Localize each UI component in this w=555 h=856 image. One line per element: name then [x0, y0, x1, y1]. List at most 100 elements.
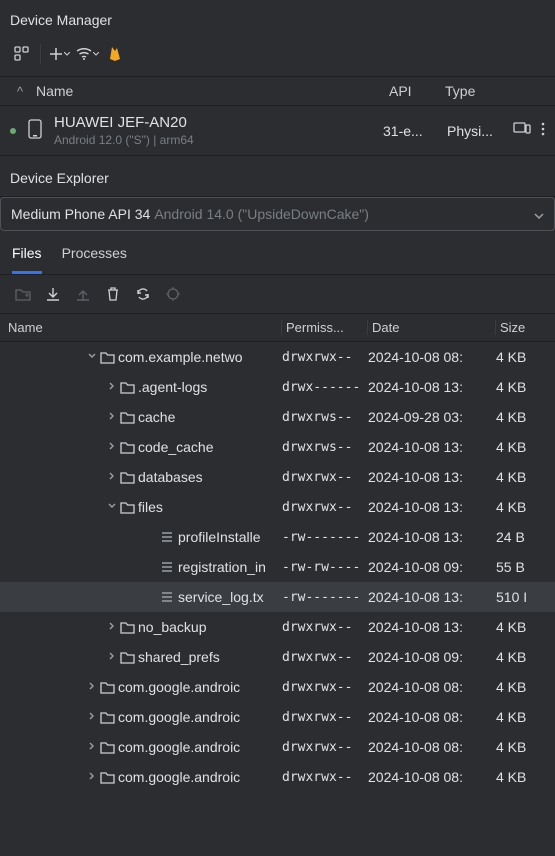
file-tree[interactable]: com.example.netwodrwxrwx--2024-10-08 08:…: [0, 342, 555, 792]
file-name: com.google.androic: [118, 769, 240, 785]
file-row[interactable]: com.google.androic drwxrwx--2024-10-08 08…: [0, 702, 555, 732]
file-row[interactable]: com.example.netwodrwxrwx--2024-10-08 08:…: [0, 342, 555, 372]
file-date: 2024-10-08 13:: [364, 379, 492, 395]
file-row[interactable]: .agent-logsdrwx------2024-10-08 13:4 KB: [0, 372, 555, 402]
file-row[interactable]: code_cachedrwxrws--2024-10-08 13:4 KB: [0, 432, 555, 462]
file-row[interactable]: no_backupdrwxrwx--2024-10-08 13:4 KB: [0, 612, 555, 642]
file-row[interactable]: cachedrwxrws--2024-09-28 03:4 KB: [0, 402, 555, 432]
col-permissions[interactable]: Permiss...: [282, 320, 368, 335]
device-name: HUAWEI JEF-AN20: [54, 114, 375, 131]
folder-icon: [120, 651, 138, 664]
file-size: 4 KB: [492, 349, 542, 365]
delete-icon[interactable]: [104, 285, 122, 303]
file-date: 2024-10-08 09:: [364, 649, 492, 665]
file-date: 2024-10-08 08:: [364, 769, 492, 785]
file-size: 55 B: [492, 559, 542, 575]
tab-processes[interactable]: Processes: [62, 245, 127, 274]
column-type[interactable]: Type: [445, 83, 545, 99]
file-icon: [160, 591, 178, 603]
folder-icon: [120, 381, 138, 394]
upload-icon[interactable]: [74, 285, 92, 303]
apps-icon[interactable]: [10, 42, 34, 66]
file-size: 4 KB: [492, 769, 542, 785]
file-permissions: drwxrwx--: [278, 620, 364, 635]
column-api[interactable]: API: [389, 83, 445, 99]
add-icon[interactable]: [47, 42, 71, 66]
file-permissions: drwxrwx--: [278, 500, 364, 515]
twisty-icon[interactable]: [104, 382, 120, 393]
file-name: cache: [138, 409, 175, 425]
file-permissions: drwx------: [278, 380, 364, 395]
file-row[interactable]: com.google.androicdrwxrwx--2024-10-08 08…: [0, 732, 555, 762]
file-row[interactable]: registration_in-rw-rw----2024-10-08 09:5…: [0, 552, 555, 582]
file-row[interactable]: profileInstalle-rw-------2024-10-08 13:2…: [0, 522, 555, 552]
file-row[interactable]: com.google.androicdrwxrwx--2024-10-08 08…: [0, 672, 555, 702]
file-name: com.google.androic: [118, 679, 240, 695]
twisty-icon[interactable]: [104, 472, 120, 483]
col-name[interactable]: Name: [4, 320, 282, 335]
file-permissions: -rw-rw----: [278, 560, 364, 575]
device-type: Physi...: [447, 123, 501, 139]
file-name: service_log.tx: [178, 589, 264, 605]
file-size: 4 KB: [492, 379, 542, 395]
file-date: 2024-10-08 08:: [364, 679, 492, 695]
file-name: shared_prefs: [138, 649, 220, 665]
file-permissions: drwxrwx--: [278, 650, 364, 665]
sort-indicator-icon[interactable]: ^: [10, 84, 30, 99]
file-row[interactable]: filesdrwxrwx--2024-10-08 13:4 KB: [0, 492, 555, 522]
file-name: no_backup: [138, 619, 207, 635]
firebase-icon[interactable]: [103, 42, 127, 66]
file-size: 4 KB: [492, 469, 542, 485]
separator: [40, 44, 41, 64]
mirror-icon[interactable]: [513, 122, 531, 139]
file-permissions: drwxrws--: [278, 440, 364, 455]
file-table-header: Name Permiss... Date Size: [0, 313, 555, 342]
file-row[interactable]: databasesdrwxrwx--2024-10-08 13:4 KB: [0, 462, 555, 492]
twisty-icon[interactable]: [84, 352, 100, 363]
download-icon[interactable]: [44, 285, 62, 303]
phone-icon: [28, 119, 46, 142]
file-size: 510 I: [492, 589, 542, 605]
file-name: code_cache: [138, 439, 214, 455]
file-row[interactable]: shared_prefs drwxrwx--2024-10-08 09:4 KB: [0, 642, 555, 672]
more-icon[interactable]: [541, 122, 545, 139]
twisty-icon[interactable]: [104, 442, 120, 453]
device-selector[interactable]: Medium Phone API 34 Android 14.0 ("Upsid…: [0, 197, 555, 231]
col-size[interactable]: Size: [496, 320, 546, 335]
device-row[interactable]: HUAWEI JEF-AN20 Android 12.0 ("S") | arm…: [0, 106, 555, 156]
device-explorer-title: Device Explorer: [0, 156, 555, 197]
file-row[interactable]: service_log.tx-rw-------2024-10-08 13:51…: [0, 582, 555, 612]
twisty-icon[interactable]: [84, 712, 100, 723]
twisty-icon[interactable]: [84, 682, 100, 693]
tab-files[interactable]: Files: [12, 245, 42, 274]
twisty-icon[interactable]: [104, 652, 120, 663]
file-size: 4 KB: [492, 679, 542, 695]
sync-icon[interactable]: [134, 285, 152, 303]
column-name[interactable]: Name: [30, 83, 389, 99]
file-permissions: drwxrwx--: [278, 710, 364, 725]
file-size: 24 B: [492, 529, 542, 545]
wifi-icon[interactable]: [75, 42, 99, 66]
twisty-icon[interactable]: [104, 622, 120, 633]
twisty-icon[interactable]: [104, 502, 120, 513]
twisty-icon[interactable]: [84, 742, 100, 753]
col-date[interactable]: Date: [368, 320, 496, 335]
file-permissions: drwxrwx--: [278, 470, 364, 485]
file-name: com.google.androic: [118, 739, 240, 755]
file-toolbar: [0, 275, 555, 313]
file-icon: [160, 531, 178, 543]
target-icon[interactable]: [164, 285, 182, 303]
folder-icon: [100, 771, 118, 784]
file-size: 4 KB: [492, 649, 542, 665]
folder-icon: [100, 711, 118, 724]
file-permissions: drwxrwx--: [278, 350, 364, 365]
twisty-icon[interactable]: [84, 772, 100, 783]
file-name: com.example.netwo: [118, 349, 243, 365]
chevron-down-icon: [534, 207, 544, 222]
new-folder-icon[interactable]: [14, 285, 32, 303]
file-date: 2024-10-08 08:: [364, 709, 492, 725]
file-permissions: drwxrwx--: [278, 740, 364, 755]
twisty-icon[interactable]: [104, 412, 120, 423]
file-row[interactable]: com.google.androicdrwxrwx--2024-10-08 08…: [0, 762, 555, 792]
file-name: com.google.androic: [118, 709, 240, 725]
